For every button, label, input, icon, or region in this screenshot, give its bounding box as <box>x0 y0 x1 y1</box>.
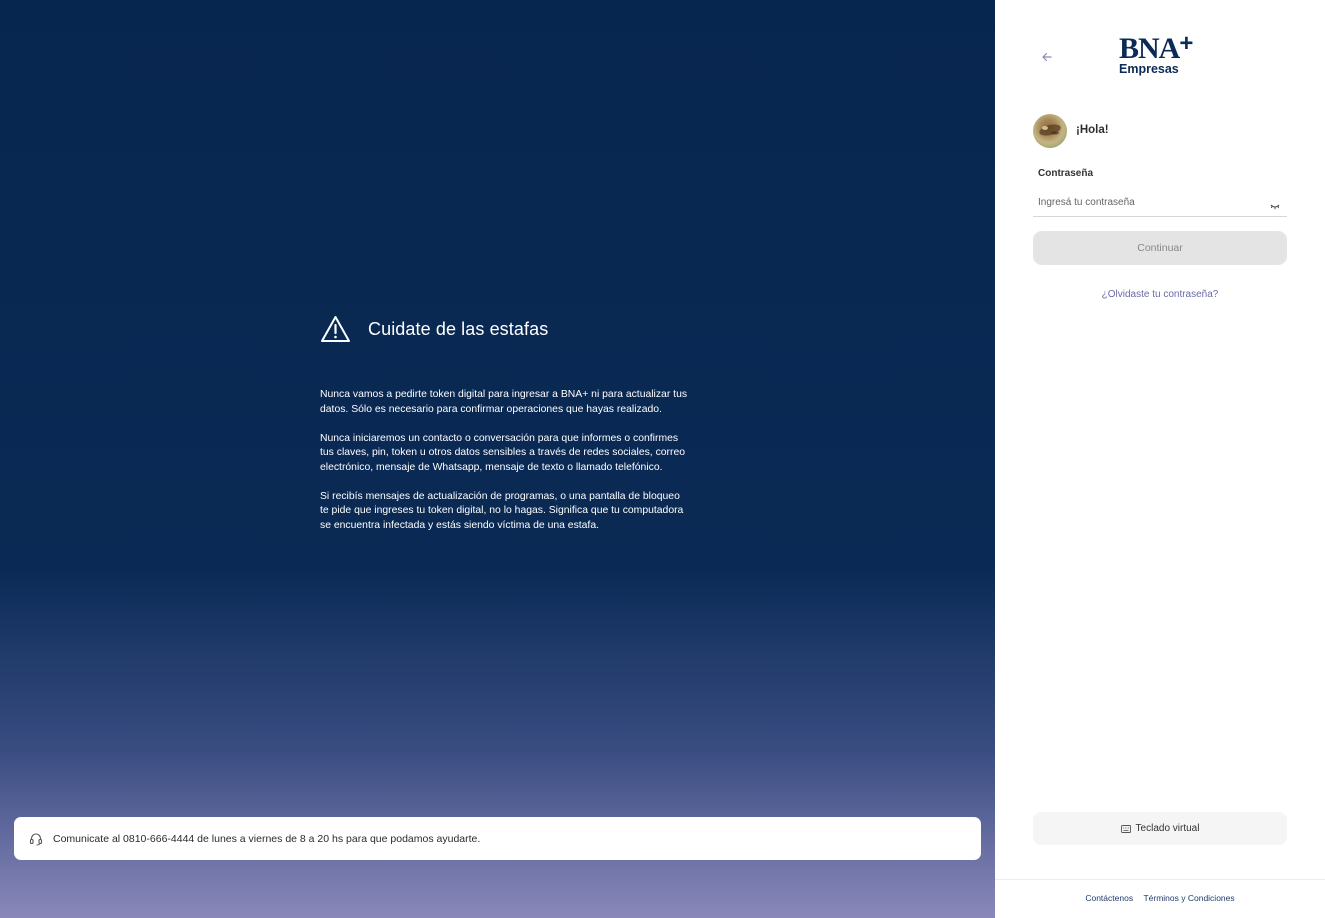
back-arrow-icon[interactable] <box>1040 50 1054 64</box>
scam-paragraph: Nunca vamos a pedirte token digital para… <box>320 389 688 415</box>
scam-warning: Cuidate de las estafas Nunca vamos a ped… <box>320 313 690 548</box>
avatar <box>1033 114 1067 148</box>
contact-link[interactable]: Contáctenos <box>1085 893 1133 903</box>
password-input[interactable] <box>1033 189 1287 217</box>
forgot-password-link[interactable]: ¿Olvidaste tu contraseña? <box>1033 289 1287 300</box>
footer-links: Contáctenos Términos y Condiciones <box>995 893 1325 903</box>
scam-warning-header: Cuidate de las estafas <box>320 313 690 345</box>
continue-button[interactable]: Continuar <box>1033 231 1287 265</box>
scam-paragraph: Si recibís mensajes de actualización de … <box>320 490 684 531</box>
scam-warning-title: Cuidate de las estafas <box>368 318 549 339</box>
help-contact-text: Comunicate al 0810-666-4444 de lunes a v… <box>53 832 481 845</box>
security-info-panel: Cuidate de las estafas Nunca vamos a ped… <box>0 0 995 918</box>
logo-empresas-text: Empresas <box>1119 62 1179 76</box>
headset-icon <box>29 832 43 846</box>
virtual-keyboard-button[interactable]: Teclado virtual <box>1033 812 1287 845</box>
logo-plus: + <box>1179 30 1194 57</box>
terms-link[interactable]: Términos y Condiciones <box>1143 893 1234 903</box>
eye-closed-icon[interactable] <box>1270 197 1280 210</box>
scam-paragraph: Nunca iniciaremos un contacto o conversa… <box>320 432 686 473</box>
virtual-keyboard-label: Teclado virtual <box>1135 823 1200 834</box>
footer-divider <box>995 879 1325 880</box>
bna-empresas-logo: BNA+ Empresas <box>1119 30 1193 76</box>
greeting: ¡Hola! <box>1076 124 1109 136</box>
scam-warning-body: Nunca vamos a pedirte token digital para… <box>320 388 690 533</box>
keyboard-icon <box>1120 824 1131 833</box>
login-panel: BNA+ Empresas ¡Hola! Contraseña Continua… <box>995 0 1325 918</box>
logo-bna-text: BNA <box>1119 32 1180 65</box>
password-label: Contraseña <box>1038 168 1094 179</box>
warning-triangle-icon <box>320 315 351 343</box>
help-contact-bar: Comunicate al 0810-666-4444 de lunes a v… <box>14 817 981 860</box>
